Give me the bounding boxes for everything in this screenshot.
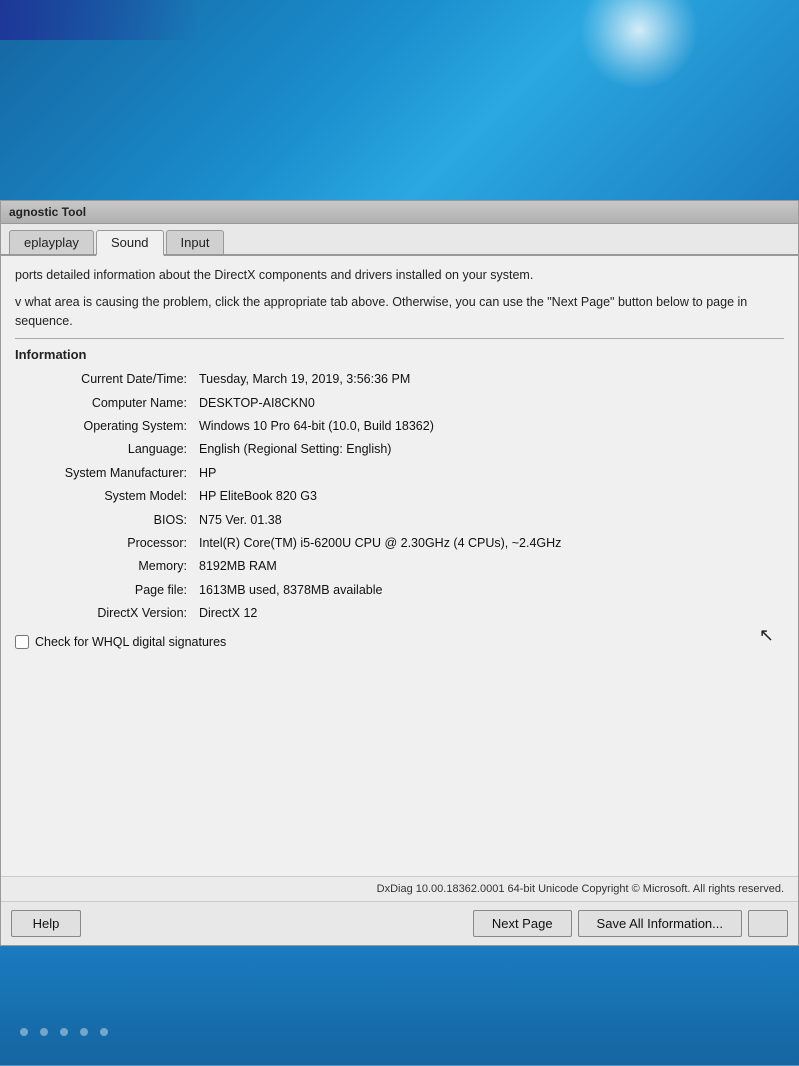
table-row: BIOS:N75 Ver. 01.38 [15, 509, 784, 532]
info-label: Current Date/Time: [15, 368, 195, 391]
footer-copyright: DxDiag 10.00.18362.0001 64-bit Unicode C… [1, 876, 798, 901]
info-label: DirectX Version: [15, 602, 195, 625]
tab-bar: eplayplay Sound Input [1, 224, 798, 256]
dot-3 [60, 1028, 68, 1036]
save-all-button[interactable]: Save All Information... [578, 910, 742, 937]
dot-4 [80, 1028, 88, 1036]
dot-1 [20, 1028, 28, 1036]
info-label: Operating System: [15, 415, 195, 438]
info-label: Computer Name: [15, 392, 195, 415]
whql-checkbox[interactable] [15, 635, 29, 649]
table-row: DirectX Version:DirectX 12 [15, 602, 784, 625]
whql-label[interactable]: Check for WHQL digital signatures [35, 635, 226, 649]
taskbar-dots [0, 1028, 799, 1036]
info-value: Tuesday, March 19, 2019, 3:56:36 PM [195, 368, 784, 391]
next-page-button[interactable]: Next Page [473, 910, 572, 937]
dot-2 [40, 1028, 48, 1036]
desktop-background [0, 0, 799, 210]
table-row: Operating System:Windows 10 Pro 64-bit (… [15, 415, 784, 438]
system-info-table: Current Date/Time:Tuesday, March 19, 201… [15, 368, 784, 625]
table-row: Current Date/Time:Tuesday, March 19, 201… [15, 368, 784, 391]
info-value: DirectX 12 [195, 602, 784, 625]
dialog-window: agnostic Tool eplayplay Sound Input port… [0, 200, 799, 946]
info-value: 1613MB used, 8378MB available [195, 579, 784, 602]
info-label: System Model: [15, 485, 195, 508]
table-row: Computer Name:DESKTOP-AI8CKN0 [15, 392, 784, 415]
cursor-icon: ↖ [759, 625, 774, 646]
description-line1: ports detailed information about the Dir… [15, 266, 784, 285]
content-area: ports detailed information about the Dir… [1, 256, 798, 876]
info-label: BIOS: [15, 509, 195, 532]
info-value: HP EliteBook 820 G3 [195, 485, 784, 508]
tab-input[interactable]: Input [166, 230, 225, 254]
dot-5 [100, 1028, 108, 1036]
info-label: Page file: [15, 579, 195, 602]
info-label: Processor: [15, 532, 195, 555]
checkbox-area: Check for WHQL digital signatures [15, 635, 784, 649]
window-title: agnostic Tool [9, 205, 86, 219]
info-value: English (Regional Setting: English) [195, 438, 784, 461]
divider-1 [15, 338, 784, 339]
info-value: HP [195, 462, 784, 485]
table-row: Language:English (Regional Setting: Engl… [15, 438, 784, 461]
right-buttons: Next Page Save All Information... [473, 910, 788, 937]
info-value: Windows 10 Pro 64-bit (10.0, Build 18362… [195, 415, 784, 438]
table-row: System Manufacturer:HP [15, 462, 784, 485]
table-row: Processor:Intel(R) Core(TM) i5-6200U CPU… [15, 532, 784, 555]
tab-sound[interactable]: Sound [96, 230, 164, 256]
info-label: System Manufacturer: [15, 462, 195, 485]
description-line2: v what area is causing the problem, clic… [15, 293, 784, 331]
info-value: DESKTOP-AI8CKN0 [195, 392, 784, 415]
title-glow [0, 0, 200, 40]
extra-button[interactable] [748, 910, 788, 937]
title-bar: agnostic Tool [1, 201, 798, 224]
desktop-bottom [0, 946, 799, 1066]
info-label: Memory: [15, 555, 195, 578]
info-value: 8192MB RAM [195, 555, 784, 578]
tab-display[interactable]: eplayplay [9, 230, 94, 254]
table-row: Page file:1613MB used, 8378MB available [15, 579, 784, 602]
info-value: N75 Ver. 01.38 [195, 509, 784, 532]
table-row: System Model:HP EliteBook 820 G3 [15, 485, 784, 508]
info-value: Intel(R) Core(TM) i5-6200U CPU @ 2.30GHz… [195, 532, 784, 555]
info-label: Language: [15, 438, 195, 461]
section-title: Information [15, 347, 784, 362]
table-row: Memory:8192MB RAM [15, 555, 784, 578]
help-button[interactable]: Help [11, 910, 81, 937]
button-bar: Help Next Page Save All Information... [1, 901, 798, 945]
